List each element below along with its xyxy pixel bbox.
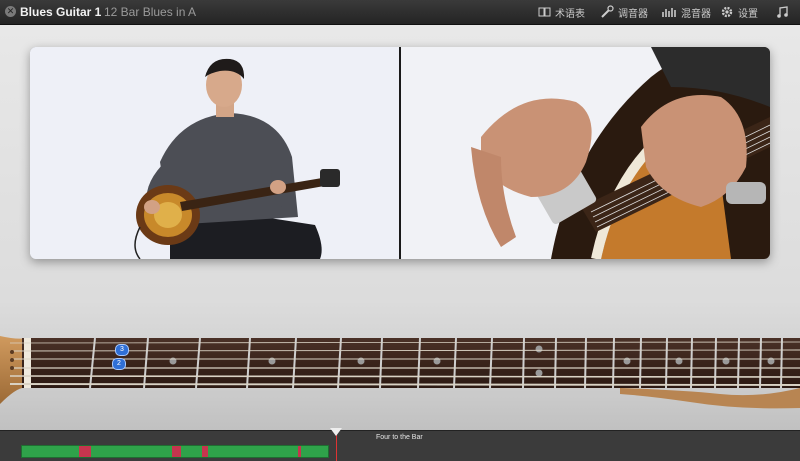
music-note-icon bbox=[777, 6, 788, 18]
settings-label: 设置 bbox=[738, 8, 758, 20]
settings-button[interactable]: 设置 bbox=[720, 0, 758, 24]
section-marker bbox=[202, 446, 208, 457]
guitar-closeup-image bbox=[401, 47, 770, 259]
video-panel-wide bbox=[30, 47, 399, 259]
lesson-subtitle: 12 Bar Blues in A bbox=[104, 5, 197, 19]
tuner-label: 调音器 bbox=[618, 8, 648, 20]
mixer-button[interactable]: 混音器 bbox=[661, 0, 711, 24]
lesson-title: Blues Guitar 1 bbox=[20, 5, 102, 19]
section-marker bbox=[298, 446, 301, 457]
gear-icon bbox=[721, 6, 733, 18]
lesson-video[interactable] bbox=[30, 47, 770, 259]
finger-marker-2: 2 bbox=[112, 358, 126, 370]
section-marker bbox=[172, 446, 181, 457]
mixer-label: 混音器 bbox=[681, 8, 711, 20]
panel-divider bbox=[399, 47, 401, 259]
tuner-button[interactable]: 调音器 bbox=[600, 0, 648, 24]
tuner-icon bbox=[601, 5, 614, 18]
mixer-icon bbox=[662, 8, 676, 17]
section-marker bbox=[79, 446, 91, 457]
guitarist-image bbox=[30, 47, 399, 259]
fretboard[interactable]: 3 2 bbox=[0, 332, 800, 412]
video-panel-closeup bbox=[401, 47, 770, 259]
lesson-timeline[interactable]: Four to the Bar bbox=[0, 428, 800, 461]
progress-track[interactable] bbox=[21, 445, 329, 458]
section-label: Four to the Bar bbox=[376, 434, 423, 441]
song-button[interactable] bbox=[776, 0, 790, 24]
glossary-label: 术语表 bbox=[555, 8, 585, 20]
close-icon[interactable]: ✕ bbox=[5, 6, 16, 17]
glossary-icon bbox=[538, 7, 551, 17]
glossary-button[interactable]: 术语表 bbox=[538, 0, 585, 24]
playhead-handle[interactable] bbox=[330, 428, 342, 436]
finger-marker-3: 3 bbox=[115, 344, 129, 356]
top-bar: ✕ Blues Guitar 1 12 Bar Blues in A 术语表 调… bbox=[0, 0, 800, 25]
